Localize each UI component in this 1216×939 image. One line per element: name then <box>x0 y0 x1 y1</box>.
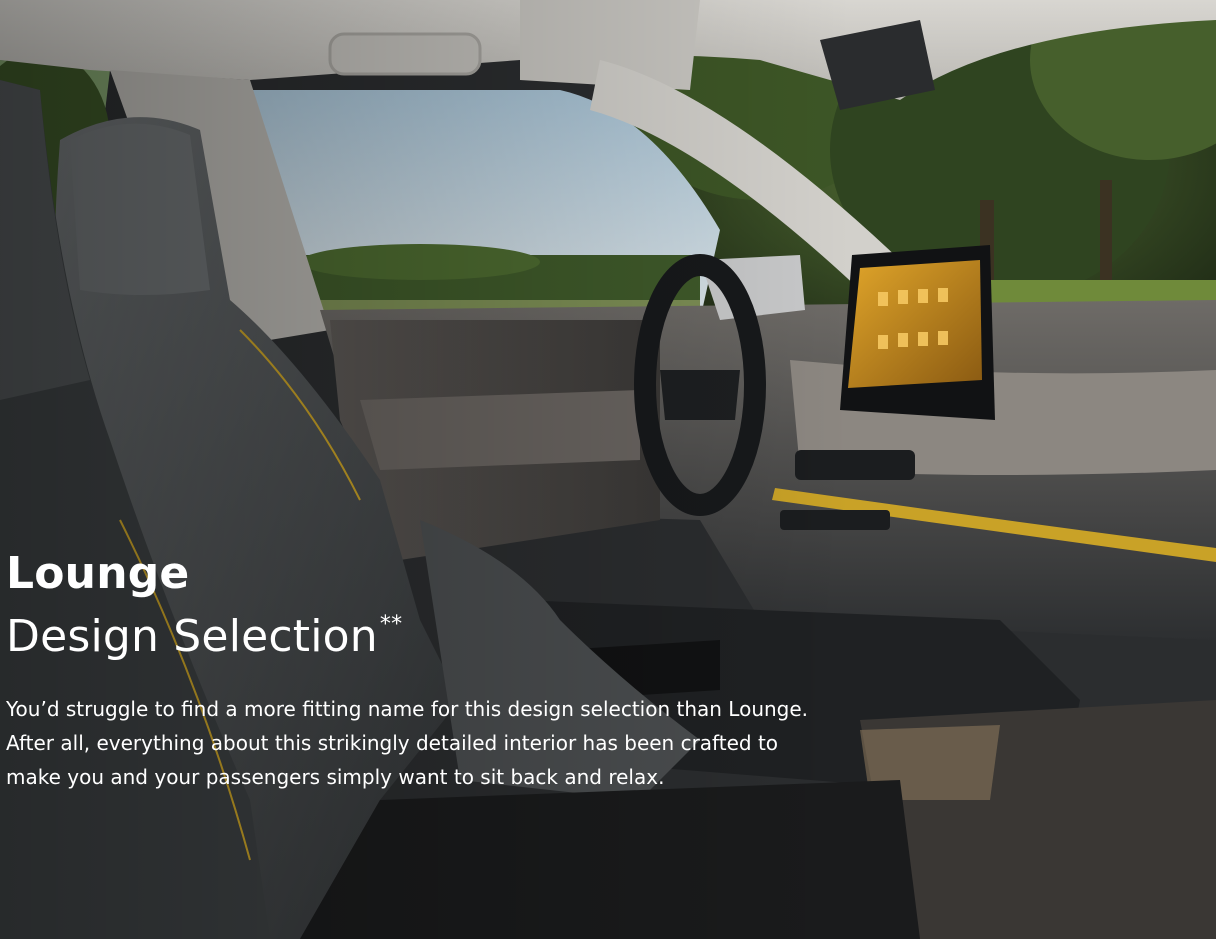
hero-copy: Lounge Design Selection** You’d struggle… <box>6 548 846 794</box>
hero-title-light: Design Selection** <box>6 600 846 662</box>
hero-title-text: Design Selection <box>6 611 378 662</box>
footnote-marker: ** <box>379 612 403 637</box>
hero-description: You’d struggle to find a more fitting na… <box>6 697 809 789</box>
car-interior-image <box>0 0 1216 939</box>
hero-banner: Lounge Design Selection** You’d struggle… <box>0 0 1216 939</box>
hero-title-bold: Lounge <box>6 548 190 599</box>
